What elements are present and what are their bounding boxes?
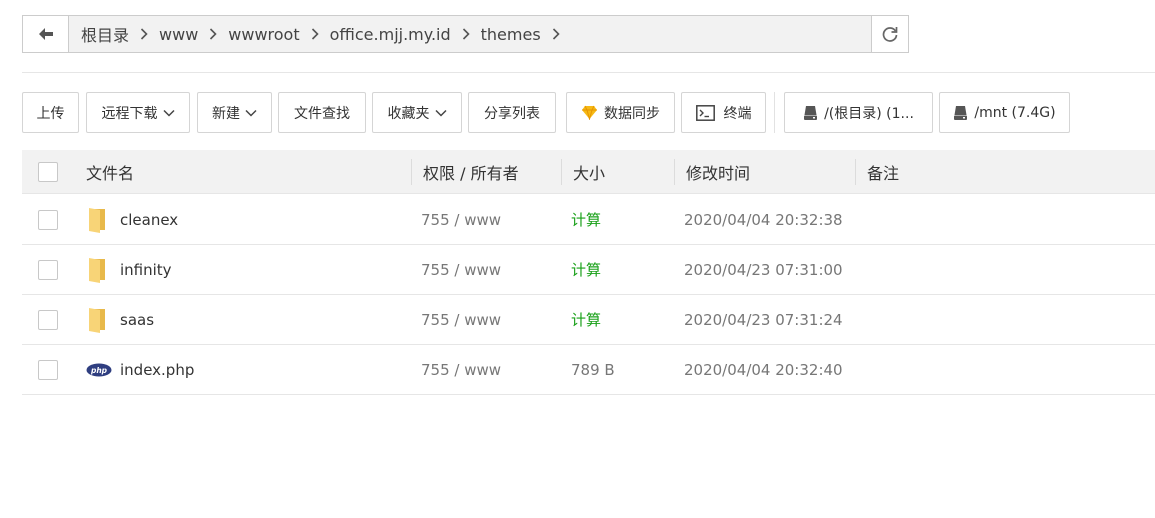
file-size: 789 B xyxy=(571,360,615,379)
disk-mnt-label: /mnt (7.4G) xyxy=(974,104,1056,121)
file-name[interactable]: index.php xyxy=(120,345,194,394)
file-permission[interactable]: 755 / www xyxy=(421,245,501,294)
disk-root-button[interactable]: /(根目录) (1... xyxy=(784,92,933,133)
chevron-right-icon xyxy=(455,26,477,42)
file-search-button[interactable]: 文件查找 xyxy=(278,92,366,133)
toolbar-divider xyxy=(774,92,775,133)
remote-download-button[interactable]: 远程下载 xyxy=(86,92,190,133)
file-search-label: 文件查找 xyxy=(294,105,350,122)
crumb-wwwroot[interactable]: wwwroot xyxy=(224,25,303,44)
row-checkbox[interactable] xyxy=(38,210,58,230)
crumb-site[interactable]: office.mjj.my.id xyxy=(326,25,455,44)
chevron-down-icon xyxy=(434,109,447,117)
calculate-size-link[interactable]: 计算 xyxy=(571,195,601,244)
php-file-icon: php xyxy=(86,345,112,394)
favorites-button[interactable]: 收藏夹 xyxy=(372,92,462,133)
folder-icon xyxy=(86,195,108,244)
file-name[interactable]: infinity xyxy=(120,245,172,294)
header-mtime[interactable]: 修改时间 xyxy=(686,150,750,194)
breadcrumb: 根目录 www wwwroot office.mjj.my.id themes xyxy=(69,16,871,52)
upload-button[interactable]: 上传 xyxy=(22,92,79,133)
header-perm[interactable]: 权限 / 所有者 xyxy=(423,150,519,194)
modified-time: 2020/04/23 07:31:00 xyxy=(684,260,843,279)
chevron-right-icon[interactable] xyxy=(545,26,567,42)
svg-text:php: php xyxy=(90,365,108,374)
disk-mnt-button[interactable]: /mnt (7.4G) xyxy=(939,92,1070,133)
crumb-www[interactable]: www xyxy=(155,25,202,44)
refresh-icon xyxy=(882,27,898,42)
table-row[interactable]: saas 755 / www 计算 2020/04/23 07:31:24 xyxy=(22,295,1155,345)
calculate-size-link[interactable]: 计算 xyxy=(571,245,601,294)
table-row[interactable]: cleanex 755 / www 计算 2020/04/04 20:32:38 xyxy=(22,195,1155,245)
column-divider xyxy=(561,159,562,185)
file-permission[interactable]: 755 / www xyxy=(421,345,501,394)
chevron-down-icon xyxy=(245,109,257,117)
chevron-right-icon xyxy=(133,26,155,42)
share-list-label: 分享列表 xyxy=(484,105,540,122)
crumb-themes[interactable]: themes xyxy=(477,25,545,44)
divider xyxy=(22,72,1155,73)
row-checkbox[interactable] xyxy=(38,310,58,330)
arrow-left-icon xyxy=(38,28,53,40)
refresh-button[interactable] xyxy=(871,16,908,52)
folder-icon xyxy=(86,295,108,344)
favorites-label: 收藏夹 xyxy=(387,105,430,122)
new-button[interactable]: 新建 xyxy=(197,92,272,133)
path-bar: 根目录 www wwwroot office.mjj.my.id themes xyxy=(22,15,909,53)
column-divider xyxy=(411,159,412,185)
column-divider xyxy=(674,159,675,185)
data-sync-label: 数据同步 xyxy=(604,105,660,122)
folder-icon xyxy=(86,245,108,294)
file-permission[interactable]: 755 / www xyxy=(421,295,501,344)
row-checkbox[interactable] xyxy=(38,360,58,380)
hard-drive-icon xyxy=(803,105,818,121)
terminal-label: 终端 xyxy=(723,105,752,122)
back-button[interactable] xyxy=(23,16,69,52)
disk-root-label: /(根目录) (1... xyxy=(824,105,914,122)
data-sync-button[interactable]: 数据同步 xyxy=(566,92,675,133)
table-row[interactable]: php index.php 755 / www 789 B 2020/04/04… xyxy=(22,345,1155,395)
modified-time: 2020/04/04 20:32:38 xyxy=(684,210,843,229)
upload-label: 上传 xyxy=(36,105,65,122)
header-size[interactable]: 大小 xyxy=(573,150,605,194)
table-row[interactable]: infinity 755 / www 计算 2020/04/23 07:31:0… xyxy=(22,245,1155,295)
file-name[interactable]: cleanex xyxy=(120,195,178,244)
row-checkbox[interactable] xyxy=(38,260,58,280)
diamond-icon xyxy=(581,105,598,120)
modified-time: 2020/04/23 07:31:24 xyxy=(684,310,843,329)
chevron-right-icon xyxy=(202,26,224,42)
hard-drive-icon xyxy=(953,105,968,121)
calculate-size-link[interactable]: 计算 xyxy=(571,295,601,344)
modified-time: 2020/04/04 20:32:40 xyxy=(684,360,843,379)
chevron-right-icon xyxy=(304,26,326,42)
remote-download-label: 远程下载 xyxy=(101,105,158,122)
chevron-down-icon xyxy=(162,109,175,117)
file-table-header: 文件名 权限 / 所有者 大小 修改时间 备注 xyxy=(22,150,1155,194)
header-remark: 备注 xyxy=(867,164,900,183)
column-divider xyxy=(855,159,856,185)
header-name[interactable]: 文件名 xyxy=(86,150,134,194)
new-label: 新建 xyxy=(212,105,240,122)
file-name[interactable]: saas xyxy=(120,295,154,344)
terminal-button[interactable]: 终端 xyxy=(681,92,766,133)
share-list-button[interactable]: 分享列表 xyxy=(468,92,556,133)
crumb-root[interactable]: 根目录 xyxy=(77,22,133,46)
select-all-checkbox[interactable] xyxy=(38,162,58,182)
file-permission[interactable]: 755 / www xyxy=(421,195,501,244)
terminal-icon xyxy=(695,104,715,121)
